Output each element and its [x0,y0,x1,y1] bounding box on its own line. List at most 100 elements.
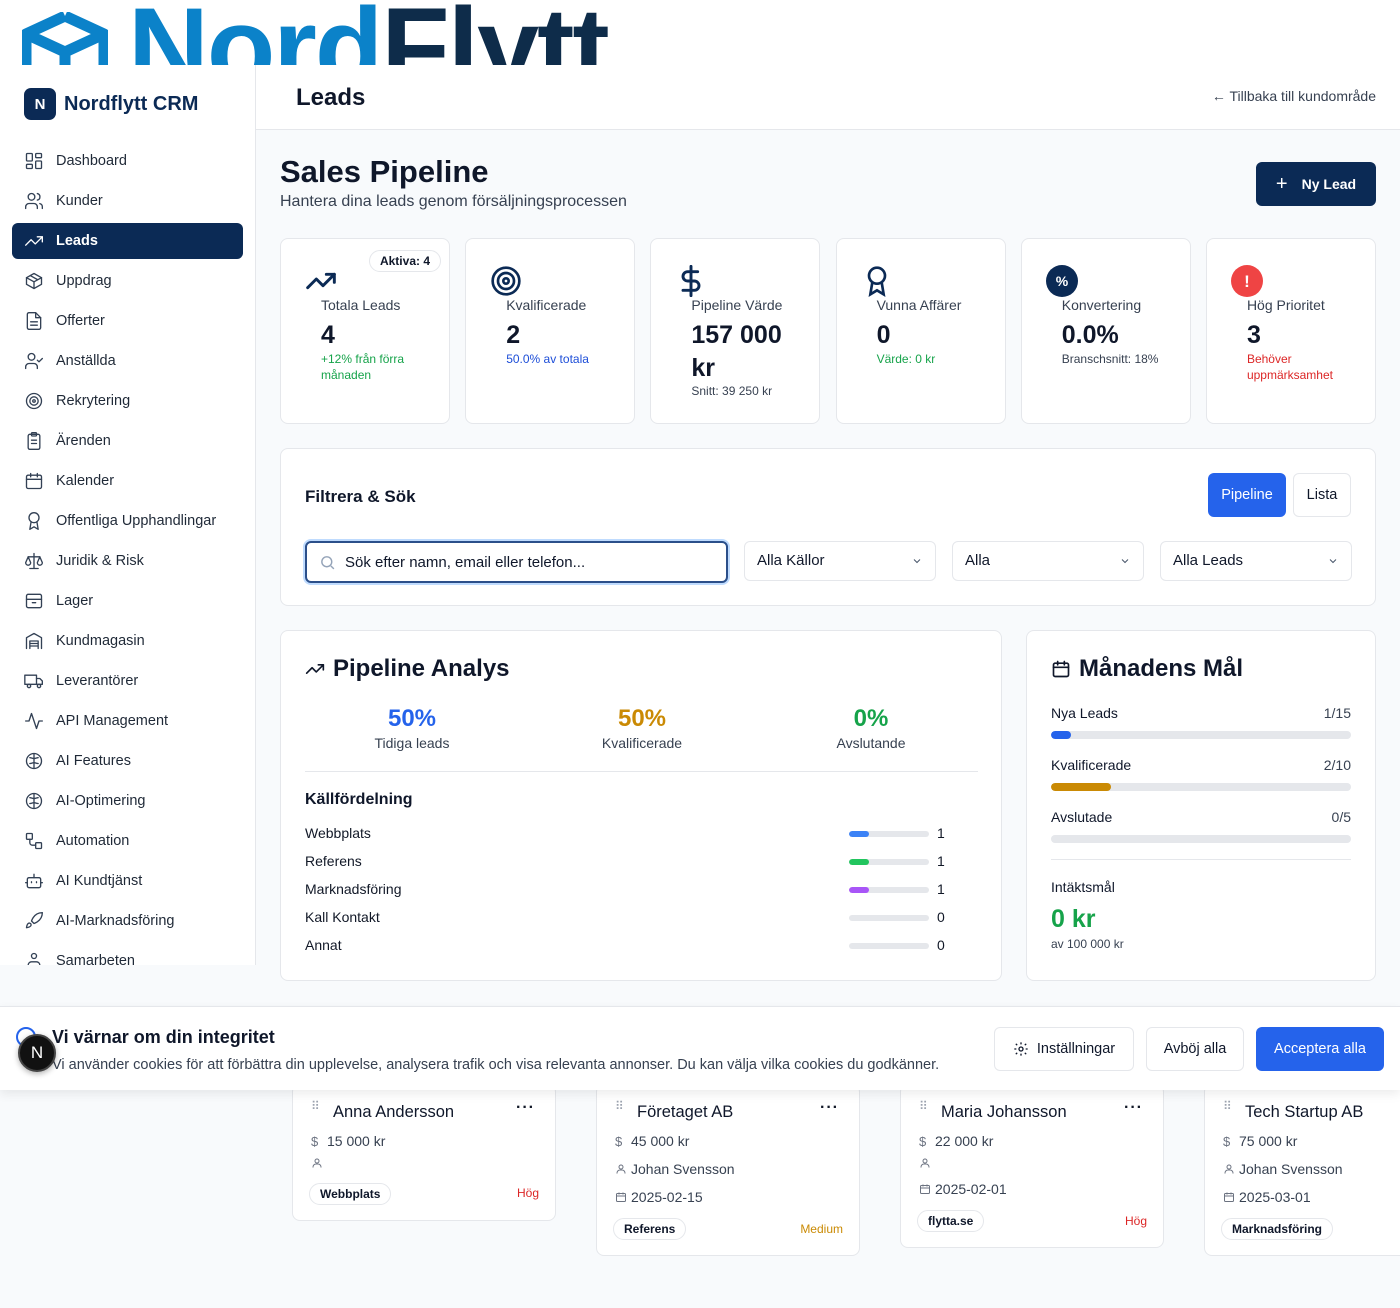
sidebar-item-label: Leads [56,233,98,249]
cookie-reject-button[interactable]: Avböj alla [1146,1027,1244,1071]
stat-value: 4 [321,321,335,349]
sidebar-item-automation[interactable]: Automation [12,823,243,859]
target-icon [491,266,521,296]
sidebar-item-label: Offentliga Upphandlingar [56,513,217,529]
lead-card[interactable]: ⠿ Tech Startup AB $75 000 kr Johan Svens… [1204,1084,1400,1256]
lead-card[interactable]: ⠿ Anna Andersson ··· $15 000 kr Webbplat… [292,1084,556,1221]
source-count: 1 [937,881,945,897]
award-icon [28,511,40,530]
cookie-accept-button[interactable]: Acceptera alla [1256,1027,1384,1071]
more-options-icon[interactable]: ··· [1124,1099,1143,1117]
stat-sub: 50.0% av totala [506,352,589,366]
new-lead-button[interactable]: + Ny Lead [1256,162,1376,206]
filter-panel: Filtrera & Sök Pipeline Lista Alla Källo… [280,448,1376,606]
stat-card-total-leads: Aktiva: 4 Totala Leads 4 +12% från förra… [280,238,450,424]
clipboard-icon [27,432,41,450]
drag-handle-icon[interactable]: ⠿ [919,1100,929,1112]
brand-title: Nordflytt CRM [64,92,199,115]
dev-tools-badge[interactable]: N [18,1034,56,1072]
sidebar-item-label: Anställda [56,353,116,369]
goal-progress-bar [1051,783,1351,791]
list-view-button[interactable]: Lista [1293,473,1351,517]
search-field[interactable] [305,541,728,583]
kpi-label: Avslutande [836,735,906,751]
stat-card-pipeline-value: Pipeline Värde 157 000 kr Snitt: 39 250 … [650,238,821,424]
drag-handle-icon[interactable]: ⠿ [615,1100,625,1112]
sidebar-item-leads[interactable]: Leads [12,223,243,259]
lead-name: Maria Johansson [941,1103,1067,1121]
sidebar-item-kundmagasin[interactable]: Kundmagasin [12,623,243,659]
lead-card[interactable]: ⠿ Företaget AB ··· $45 000 kr Johan Sven… [596,1084,860,1256]
drag-handle-icon[interactable]: ⠿ [311,1100,321,1112]
leads-select[interactable]: Alla Leads [1160,541,1352,581]
top-header: Leads ← Tillbaka till kundområde [256,65,1400,130]
sidebar-item-api[interactable]: API Management [12,703,243,739]
sidebar-item-anstallda[interactable]: Anställda [12,343,243,379]
sidebar-item-ai-features[interactable]: AI Features [12,743,243,779]
trending-up-icon [25,236,43,246]
pipeline-analysis-card: Pipeline Analys 50% Tidiga leads 50% Kva… [280,630,1002,981]
sidebar-item-label: Kundmagasin [56,633,145,649]
calendar-icon [1224,1192,1234,1202]
stat-card-qualified: Kvalificerade 2 50.0% av totala [465,238,636,424]
more-options-icon[interactable]: ··· [516,1099,535,1117]
svg-text:!: ! [1244,272,1250,291]
revenue-goal-value: 0 kr [1051,905,1096,933]
sidebar-item-kunder[interactable]: Kunder [12,183,243,219]
source-bar [849,943,929,949]
sidebar-item-juridik[interactable]: Juridik & Risk [12,543,243,579]
source-distribution-title: Källfördelning [305,791,413,808]
goal-value: 1/15 [1323,705,1351,721]
lead-owner-text: Johan Svensson [631,1161,735,1177]
cookie-title: Vi värnar om din integritet [52,1027,275,1047]
lead-card[interactable]: ⠿ Maria Johansson ··· $22 000 kr 2025-02… [900,1084,1164,1248]
sidebar-item-offerter[interactable]: Offerter [12,303,243,339]
plus-icon: + [1275,172,1288,195]
sidebar-item-ai-optimering[interactable]: AI-Optimering [12,783,243,819]
source-row: Referens 1 [305,853,950,873]
user-icon [1224,1164,1234,1174]
priority-select-value: Alla [965,552,991,569]
kpi-label: Tidiga leads [374,735,450,751]
dollar-icon: $ [311,1133,319,1149]
source-count: 1 [937,825,945,841]
drag-handle-icon[interactable]: ⠿ [1223,1100,1233,1112]
analysis-title: Pipeline Analys [333,655,510,682]
search-input[interactable] [345,551,715,573]
sidebar-item-label: AI Kundtjänst [56,873,143,889]
source-count: 1 [937,853,945,869]
sidebar-item-upphandlingar[interactable]: Offentliga Upphandlingar [12,503,243,539]
priority-select[interactable]: Alla [952,541,1144,581]
trending-up-icon [305,664,325,674]
sidebar-item-kalender[interactable]: Kalender [12,463,243,499]
sidebar-item-leverantorer[interactable]: Leverantörer [12,663,243,699]
calendar-icon [616,1192,626,1202]
calendar-icon [25,472,43,490]
user-icon [920,1158,930,1168]
goal-progress-bar [1051,835,1351,843]
lead-name: Företaget AB [637,1103,734,1121]
dollar-icon: $ [919,1133,927,1149]
sidebar-item-rekrytering[interactable]: Rekrytering [12,383,243,419]
calendar-icon [920,1184,930,1194]
more-options-icon[interactable]: ··· [820,1099,839,1117]
sidebar-item-samarbeten[interactable]: Samarbeten [12,943,243,965]
sidebar-item-ai-kundtjanst[interactable]: AI Kundtjänst [12,863,243,899]
source-bar-fill [849,831,869,837]
source-select[interactable]: Alla Källor [744,541,936,581]
active-count-badge: Aktiva: 4 [368,250,441,272]
dollar-icon: $ [1223,1133,1231,1149]
sidebar-item-dashboard[interactable]: Dashboard [12,143,243,179]
cookie-settings-button[interactable]: Inställningar [994,1027,1134,1071]
sidebar-brand[interactable]: N Nordflytt CRM [0,65,255,143]
sidebar-item-ai-marknadsforing[interactable]: AI-Marknadsföring [12,903,243,939]
workflow-icon [25,832,43,850]
lead-value-text: 75 000 kr [1239,1133,1298,1149]
back-to-customer-area-link[interactable]: ← Tillbaka till kundområde [1212,88,1376,104]
sidebar-item-arenden[interactable]: Ärenden [12,423,243,459]
lead-priority: Hög [516,1186,539,1200]
sidebar-item-lager[interactable]: Lager [12,583,243,619]
scale-icon [25,552,43,570]
sidebar-item-uppdrag[interactable]: Uppdrag [12,263,243,299]
pipeline-view-button[interactable]: Pipeline [1208,473,1286,517]
